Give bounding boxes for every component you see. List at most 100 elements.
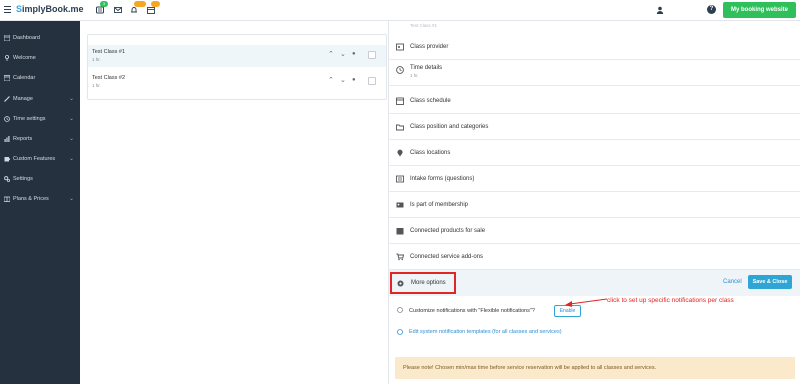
sidebar-item-label: Plans & Prices [13, 196, 49, 202]
move-up-icon[interactable]: ⌃ [328, 50, 334, 58]
note-text: Please note! Chosen min/max time before … [403, 365, 657, 371]
list-item[interactable]: Test Class #1 1 hr. ⌃ ⌄ ● [88, 45, 386, 67]
user-menu[interactable] [656, 6, 696, 15]
id-card-icon [396, 202, 404, 208]
tasks-badge: 3 [100, 1, 108, 7]
chevron-down-icon: ⌄ [68, 116, 74, 122]
more-options-row: More options Cancel Save & Close [389, 270, 800, 296]
visibility-eye-icon[interactable]: ● [352, 51, 356, 57]
sidebar-item-dashboard[interactable]: Dashboard [0, 29, 80, 47]
sidebar-item-label: Time settings [13, 116, 46, 122]
class-duration: 1 hr. [92, 57, 101, 62]
gears-icon [4, 176, 10, 182]
sidebar-item-settings[interactable]: Settings [0, 170, 80, 188]
row-label: Class schedule [410, 98, 451, 104]
sidebar-item-plans-prices[interactable]: Plans & Prices ⌄ [0, 190, 80, 208]
sidebar-item-manage[interactable]: Manage ⌄ [0, 90, 80, 108]
service-addons-row[interactable]: Connected service add-ons [389, 244, 800, 270]
form-icon [396, 175, 404, 183]
gear-icon [397, 280, 404, 287]
sidebar-item-label: Custom Features [13, 156, 56, 162]
sidebar-item-custom-features[interactable]: Custom Features ⌄ [0, 150, 80, 168]
chevron-down-icon: ⌄ [68, 196, 74, 202]
bar-chart-icon [4, 136, 10, 142]
customize-notifications-label: Customize notifications with "Flexible n… [409, 308, 535, 314]
sidebar-item-label: Reports [13, 136, 33, 142]
calendar-top-icon[interactable] [147, 1, 160, 14]
bell-icon[interactable] [130, 1, 146, 14]
more-options-toggle[interactable]: More options [390, 272, 456, 294]
calendar-icon [396, 97, 404, 105]
list-item[interactable]: Test Class #2 1 hr. ⌃ ⌄ ● [88, 71, 386, 93]
sidebar-item-label: Settings [13, 176, 33, 182]
card-icon [4, 196, 10, 202]
folder-icon [396, 124, 404, 131]
time-details-row[interactable]: Time details 1 hr. [389, 60, 800, 86]
sidebar-item-time-settings[interactable]: Time settings ⌄ [0, 110, 80, 128]
annotation-arrow-icon [565, 298, 608, 307]
tasks-icon[interactable]: 3 [96, 1, 108, 14]
dashboard-icon [4, 35, 10, 41]
intake-forms-row[interactable]: Intake forms (questions) [389, 166, 800, 192]
app-logo[interactable]: SimplyBook.me [16, 4, 84, 14]
provider-icon [396, 43, 404, 51]
save-close-button[interactable]: Save & Close [748, 275, 792, 289]
class-duration: 1 hr. [92, 83, 101, 88]
select-checkbox[interactable] [368, 77, 376, 85]
move-down-icon[interactable]: ⌄ [340, 76, 346, 84]
sidebar-item-label: Welcome [13, 55, 36, 61]
chevron-down-icon: ⌄ [68, 136, 74, 142]
class-provider-row[interactable]: Class provider [389, 34, 800, 60]
sidebar-item-label: Calendar [13, 75, 36, 81]
sidebar-item-label: Dashboard [13, 35, 40, 41]
class-locations-row[interactable]: Class locations [389, 140, 800, 166]
move-up-icon[interactable]: ⌃ [328, 76, 334, 84]
radio-icon [397, 329, 403, 335]
row-label: Time details [410, 65, 443, 71]
clock-icon [396, 66, 404, 74]
sidebar: Dashboard Welcome Calendar Manage ⌄ Time… [0, 21, 80, 384]
more-options-label: More options [411, 280, 446, 286]
class-position-row[interactable]: Class position and categories [389, 114, 800, 140]
row-label: Intake forms (questions) [410, 176, 475, 182]
user-icon [656, 6, 664, 14]
class-schedule-row[interactable]: Class schedule [389, 88, 800, 114]
product-box-icon [396, 228, 404, 235]
row-label: Connected service add-ons [410, 254, 484, 260]
cart-icon [396, 253, 404, 261]
puzzle-icon [4, 157, 10, 162]
visibility-eye-icon[interactable]: ● [352, 77, 356, 83]
top-bar: SimplyBook.me 3 ? My booking website [0, 0, 800, 21]
sidebar-item-calendar[interactable]: Calendar [0, 69, 80, 87]
bell-badge [134, 1, 146, 7]
class-list: Test Class #1 1 hr. ⌃ ⌄ ● Test Class #2 … [87, 34, 387, 100]
clock-icon [4, 116, 10, 122]
calendar-badge [151, 1, 160, 7]
chevron-down-icon: ⌄ [68, 96, 74, 102]
connected-products-row[interactable]: Connected products for sale [389, 218, 800, 244]
sidebar-item-label: Manage [13, 96, 33, 102]
class-name: Test Class #2 [92, 75, 126, 81]
membership-row[interactable]: Is part of membership [389, 192, 800, 218]
edit-templates-link[interactable]: Edit system notification templates (for … [397, 328, 697, 338]
select-checkbox[interactable] [368, 51, 376, 59]
sidebar-item-reports[interactable]: Reports ⌄ [0, 130, 80, 148]
hamburger-menu-icon[interactable] [4, 6, 11, 13]
pin-icon [5, 55, 9, 61]
help-icon[interactable]: ? [707, 5, 716, 14]
row-label: Is part of membership [410, 202, 469, 208]
mail-icon[interactable] [114, 6, 122, 14]
panel-top-partial: Test Class #1 [410, 23, 438, 28]
warning-note: Please note! Chosen min/max time before … [395, 357, 795, 379]
annotation-text: click to set up specific notifications p… [607, 297, 734, 304]
pencil-icon [4, 96, 10, 102]
class-settings-panel: Test Class #1 Class provider Time detail… [388, 21, 800, 384]
my-booking-website-button[interactable]: My booking website [723, 2, 796, 18]
row-label: Class position and categories [410, 124, 489, 130]
edit-templates-label: Edit system notification templates (for … [409, 329, 562, 335]
chevron-down-icon: ⌄ [68, 156, 74, 162]
move-down-icon[interactable]: ⌄ [340, 50, 346, 58]
sidebar-item-welcome[interactable]: Welcome [0, 49, 80, 67]
class-list-area: Test Class #1 1 hr. ⌃ ⌄ ● Test Class #2 … [80, 21, 388, 384]
cancel-button[interactable]: Cancel [723, 279, 742, 285]
